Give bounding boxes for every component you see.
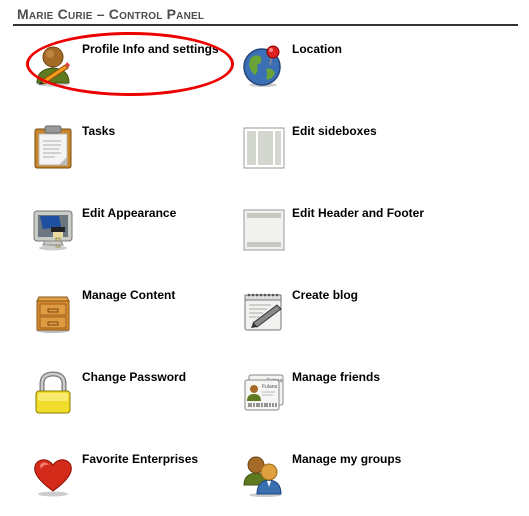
contact-cards-icon: Fulana Fulana [241,371,285,415]
notepad-pen-icon [241,289,285,333]
control-label: Tasks [82,124,116,138]
monitor-paint-icon [31,207,75,251]
page-title: Marie Curie – Control Panel [17,6,205,22]
control-label: Profile Info and settings [82,42,219,56]
control-label: Manage Content [82,288,176,302]
svg-text:Fulana: Fulana [262,384,278,390]
user-edit-icon [31,43,75,87]
control-create-blog[interactable]: Create blog [235,284,435,344]
control-label: Edit Appearance [82,206,177,220]
clipboard-icon [31,125,75,169]
header-footer-layout-icon [241,207,285,251]
control-favorite-enterprises[interactable]: Favorite Enterprises [25,448,225,508]
title-divider [13,24,518,26]
control-label: Favorite Enterprises [82,452,199,466]
padlock-icon [31,371,75,415]
control-location[interactable]: Location [235,38,435,98]
control-label: Create blog [292,288,359,302]
control-label: Manage friends [292,370,381,384]
heart-icon [31,453,75,497]
control-label: Manage my groups [292,452,402,466]
control-edit-header-footer[interactable]: Edit Header and Footer [235,202,435,262]
control-label: Edit sideboxes [292,124,377,138]
control-label: Edit Header and Footer [292,206,425,220]
control-edit-appearance[interactable]: Edit Appearance [25,202,225,262]
control-manage-content[interactable]: Manage Content [25,284,225,344]
file-cabinet-icon [31,289,75,333]
control-profile-info[interactable]: Profile Info and settings [25,38,225,98]
control-edit-sideboxes[interactable]: Edit sideboxes [235,120,435,180]
user-group-icon [241,453,285,497]
control-manage-groups[interactable]: Manage my groups [235,448,435,508]
sideboxes-layout-icon [241,125,285,169]
control-change-password[interactable]: Change Password [25,366,225,426]
control-manage-friends[interactable]: Fulana Fulana Manage friends [235,366,435,426]
globe-pin-icon [241,43,285,87]
control-label: Location [292,42,342,56]
control-label: Change Password [82,370,187,384]
control-tasks[interactable]: Tasks [25,120,225,180]
